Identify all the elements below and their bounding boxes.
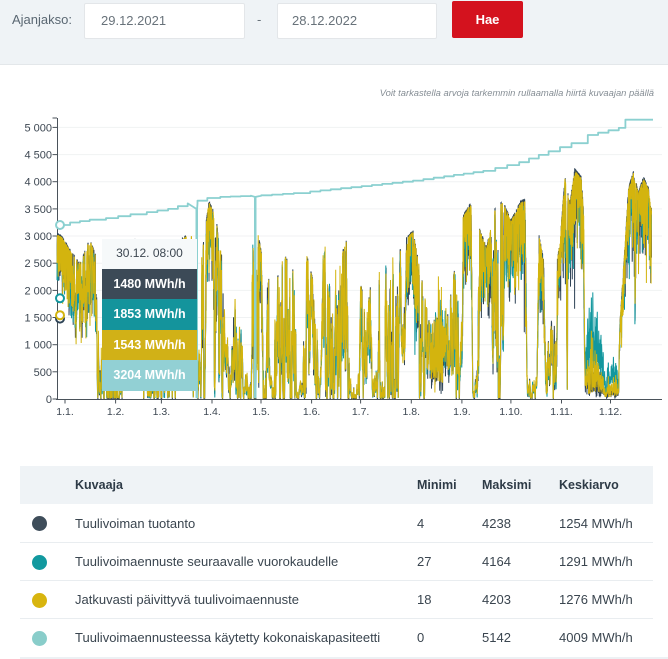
svg-text:2 500: 2 500	[24, 258, 52, 270]
svg-text:3 000: 3 000	[24, 231, 52, 243]
svg-text:3 500: 3 500	[24, 204, 52, 216]
svg-text:4 500: 4 500	[24, 150, 52, 162]
svg-text:2 000: 2 000	[24, 285, 52, 297]
svg-text:1.1.: 1.1.	[56, 406, 74, 418]
svg-text:1.8.: 1.8.	[403, 406, 421, 418]
svg-text:1.2.: 1.2.	[107, 406, 125, 418]
svg-text:500: 500	[34, 367, 52, 379]
svg-text:5 000: 5 000	[24, 122, 52, 134]
svg-text:1.3.: 1.3.	[153, 406, 171, 418]
svg-text:1.4.: 1.4.	[203, 406, 221, 418]
svg-text:1.6.: 1.6.	[303, 406, 321, 418]
svg-text:0: 0	[46, 394, 52, 406]
svg-text:1.10.: 1.10.	[499, 406, 522, 418]
svg-text:1.7.: 1.7.	[352, 406, 370, 418]
svg-text:1.11.: 1.11.	[550, 406, 573, 418]
svg-text:1.5.: 1.5.	[252, 406, 270, 418]
svg-text:1.12.: 1.12.	[599, 406, 622, 418]
svg-text:1.9.: 1.9.	[453, 406, 471, 418]
svg-text:4 000: 4 000	[24, 177, 52, 189]
svg-text:1 000: 1 000	[24, 340, 52, 352]
svg-text:1 500: 1 500	[24, 313, 52, 325]
